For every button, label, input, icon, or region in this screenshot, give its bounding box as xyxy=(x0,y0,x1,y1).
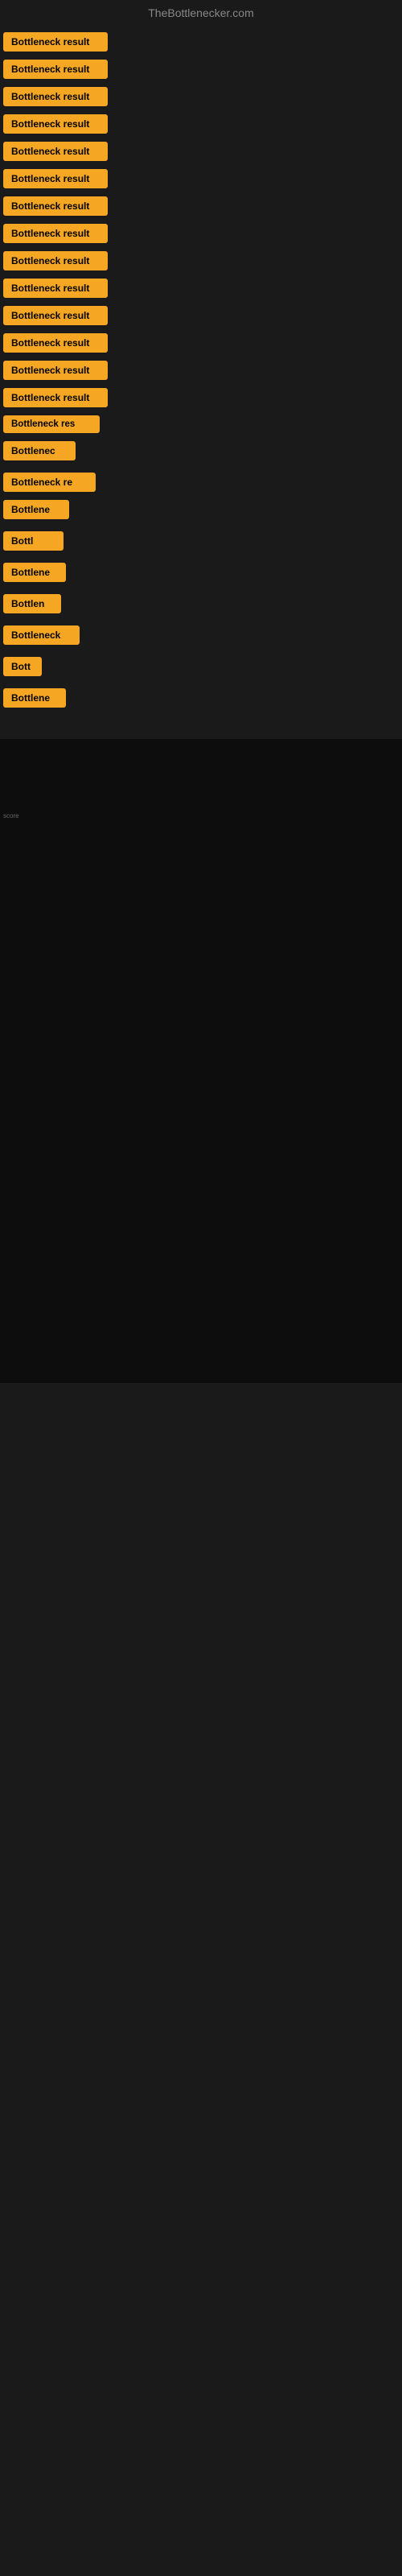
bottleneck-badge[interactable]: Bottleneck result xyxy=(3,32,108,52)
list-item: Bottlene xyxy=(0,500,402,523)
bottleneck-badge[interactable]: Bottleneck result xyxy=(3,224,108,243)
bottleneck-badge[interactable]: Bottleneck result xyxy=(3,306,108,325)
bottom-dark-area: score xyxy=(0,739,402,1383)
bottleneck-badge[interactable]: Bott xyxy=(3,657,42,676)
list-item: Bottleneck xyxy=(0,625,402,649)
list-item: Bottleneck result xyxy=(0,60,402,79)
bottleneck-badge[interactable]: Bottleneck result xyxy=(3,279,108,298)
items-section: Bottleneck result Bottleneck result Bottle… xyxy=(0,29,402,723)
list-item: Bottleneck result xyxy=(0,87,402,106)
bottleneck-badge[interactable]: Bottlenec xyxy=(3,441,76,460)
list-item: Bottlene xyxy=(0,563,402,586)
list-item: Bott xyxy=(0,657,402,680)
bottleneck-badge[interactable]: Bottlene xyxy=(3,500,69,519)
bottleneck-badge[interactable]: Bottleneck result xyxy=(3,114,108,134)
bottleneck-badge[interactable]: Bottleneck result xyxy=(3,196,108,216)
bottleneck-badge[interactable]: Bottl xyxy=(3,531,64,551)
list-item: Bottleneck result xyxy=(0,32,402,52)
list-item: Bottlenec xyxy=(0,441,402,464)
bottleneck-badge[interactable]: Bottleneck result xyxy=(3,361,108,380)
list-item: Bottleneck re xyxy=(0,473,402,492)
list-item: Bottleneck result xyxy=(0,114,402,134)
list-item: Bottl xyxy=(0,531,402,555)
list-item: Bottleneck res xyxy=(0,415,402,433)
list-item: Bottleneck result xyxy=(0,224,402,243)
list-item: Bottlene xyxy=(0,688,402,712)
bottleneck-badge[interactable]: Bottleneck result xyxy=(3,142,108,161)
bottleneck-badge[interactable]: Bottleneck result xyxy=(3,87,108,106)
bottleneck-badge[interactable]: Bottlen xyxy=(3,594,61,613)
site-header: TheBottlenecker.com xyxy=(0,0,402,29)
list-item: Bottlen xyxy=(0,594,402,617)
bottleneck-badge[interactable]: Bottleneck res xyxy=(3,415,100,433)
list-item: Bottleneck result xyxy=(0,333,402,353)
list-item: Bottleneck result xyxy=(0,196,402,216)
bottleneck-badge[interactable]: Bottleneck xyxy=(3,625,80,645)
list-item: Bottleneck result xyxy=(0,388,402,407)
bottleneck-badge[interactable]: Bottleneck result xyxy=(3,388,108,407)
bottleneck-badge[interactable]: Bottleneck result xyxy=(3,169,108,188)
bottleneck-badge[interactable]: Bottleneck result xyxy=(3,333,108,353)
score-label: score xyxy=(3,812,19,819)
list-item: Bottleneck result xyxy=(0,306,402,325)
list-item: Bottleneck result xyxy=(0,251,402,270)
bottleneck-badge[interactable]: Bottlene xyxy=(3,563,66,582)
bottleneck-badge[interactable]: Bottleneck result xyxy=(3,251,108,270)
list-item: Bottleneck result xyxy=(0,279,402,298)
bottleneck-badge[interactable]: Bottleneck re xyxy=(3,473,96,492)
site-title: TheBottlenecker.com xyxy=(148,6,254,19)
list-item: Bottleneck result xyxy=(0,142,402,161)
bottleneck-badge[interactable]: Bottlene xyxy=(3,688,66,708)
bottleneck-badge[interactable]: Bottleneck result xyxy=(3,60,108,79)
list-item: Bottleneck result xyxy=(0,361,402,380)
list-item: Bottleneck result xyxy=(0,169,402,188)
